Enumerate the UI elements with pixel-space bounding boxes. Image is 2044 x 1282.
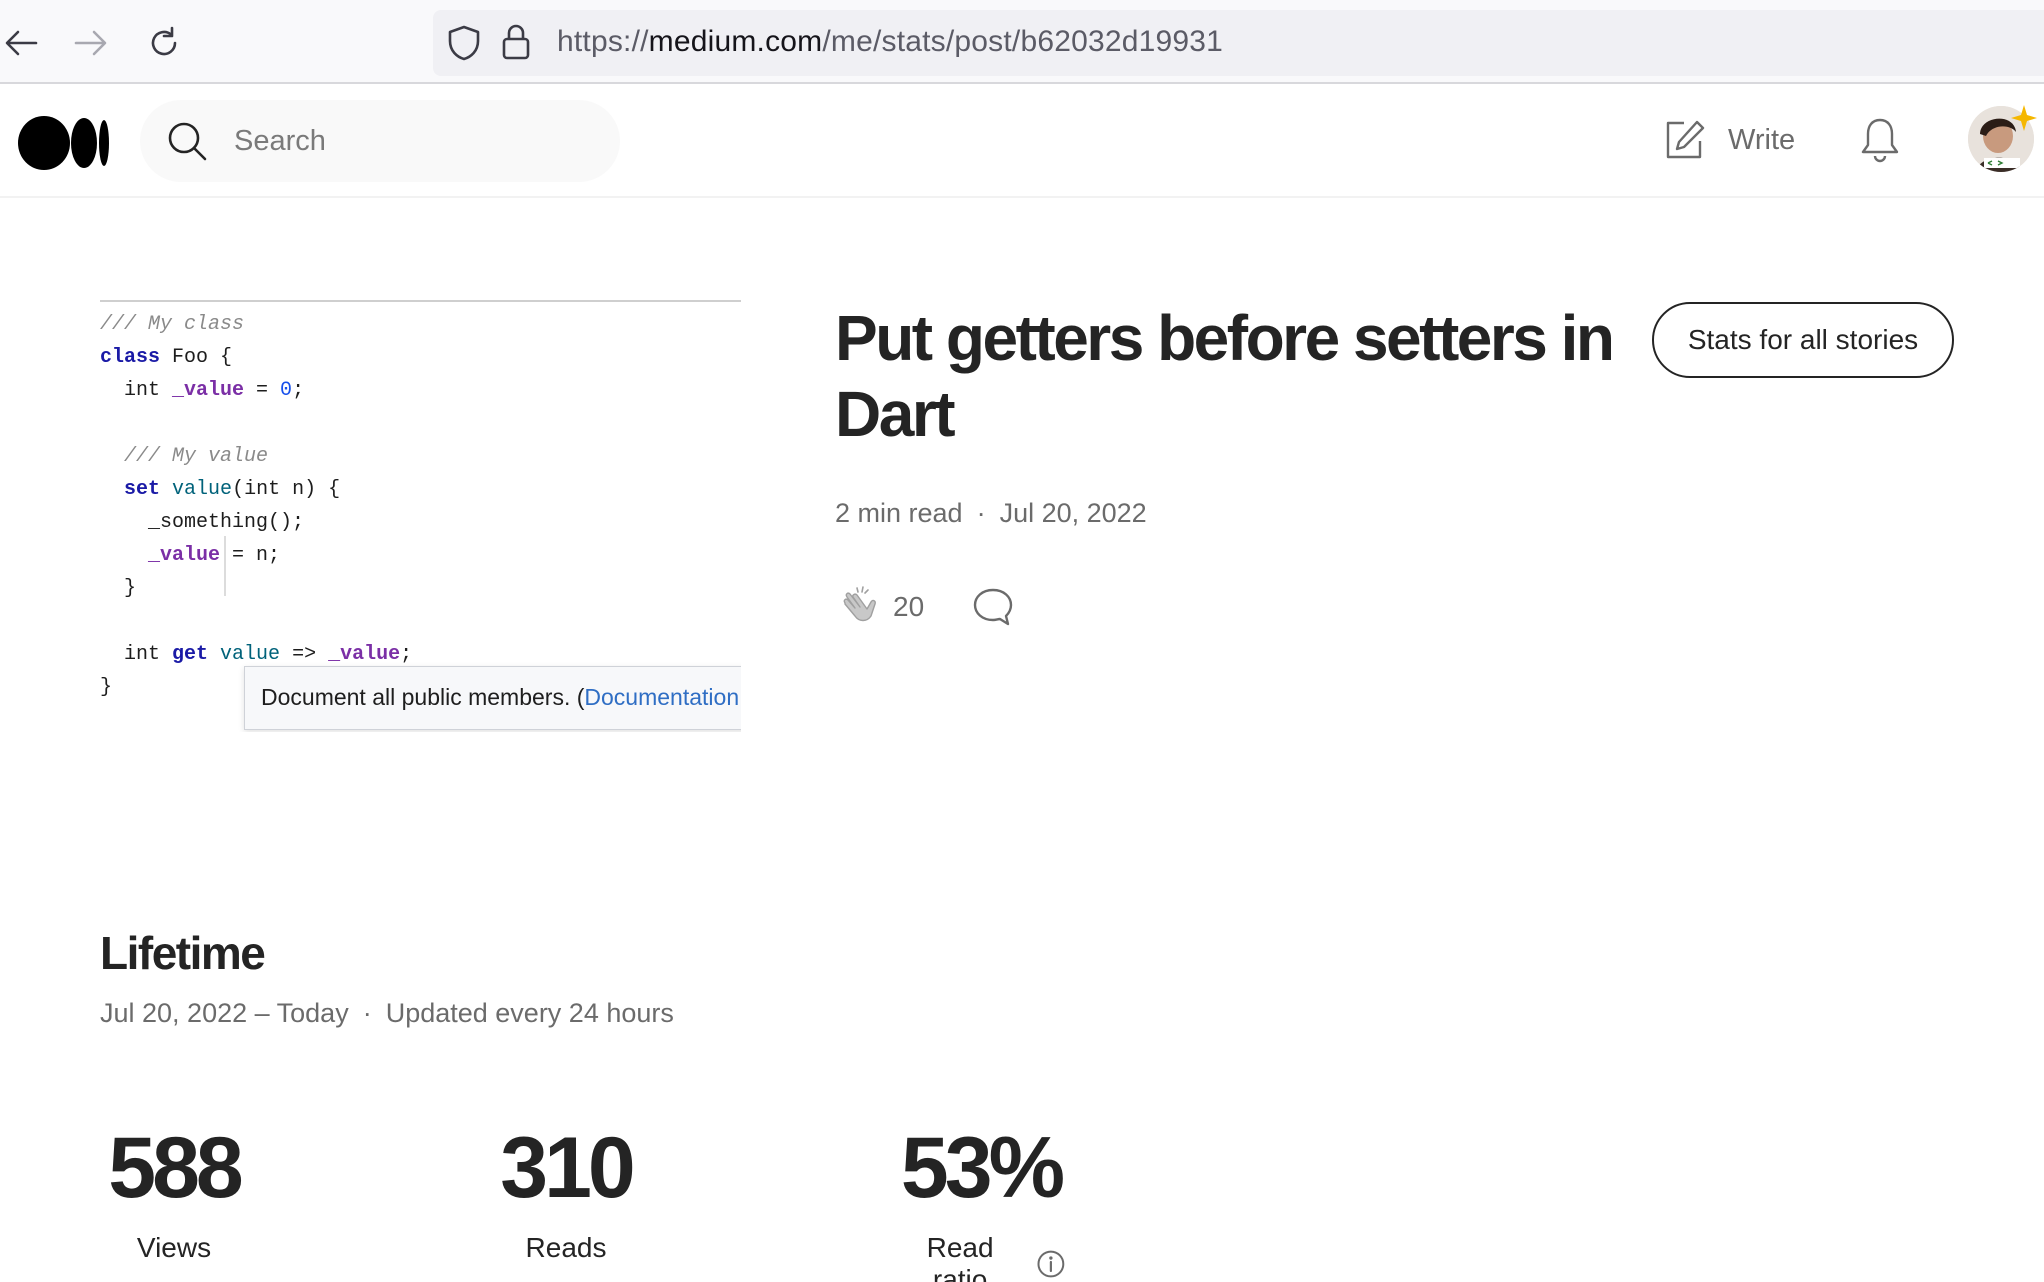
reload-icon [151,26,177,56]
address-bar[interactable]: https://medium.com/me/stats/post/b62032d… [433,10,2044,76]
search-box[interactable] [140,100,620,182]
star-badge-icon [2011,105,2037,131]
update-note: Updated every 24 hours [385,998,674,1028]
arrow-right-icon [74,30,107,56]
tooltip-documentation-link: Documentation [584,684,740,710]
url-text[interactable]: https://medium.com/me/stats/post/b62032d… [557,25,1223,59]
stat-value: 53% [900,1120,1065,1216]
stat-label: Views [136,1232,212,1263]
separator-dot: · [362,998,372,1028]
edit-icon [1666,120,1705,159]
code-divider [100,300,741,302]
bell-icon[interactable] [1858,116,1902,164]
engagement-row: 20 [835,582,1016,632]
stat-value: 588 [108,1120,244,1216]
stat-views: 588 Views [96,1118,252,1264]
url-prefix: https:// [557,25,649,58]
medium-logo[interactable] [18,114,110,172]
url-path: /me/stats/post/b62032d19931 [822,25,1224,58]
lifetime-heading: Lifetime [100,927,266,979]
lifetime-subtitle: Jul 20, 2022 – Today · Updated every 24 ho… [100,998,674,1029]
lint-tooltip: Document all public members. (Documentat… [244,666,741,730]
stat-reads: 310 Reads [487,1118,645,1264]
stat-value: 310 [500,1120,636,1216]
back-button[interactable] [0,18,46,68]
write-button[interactable]: Write [1664,114,1795,166]
clap-count: 20 [893,591,925,622]
search-input[interactable] [234,116,594,166]
arrow-left-icon [5,30,38,56]
post-preview-image: /// My class class Foo { int _value = 0;… [100,300,741,732]
stat-label: Reads [525,1232,607,1263]
article-meta: 2 min read · Jul 20, 2022 [835,498,1147,529]
stat-label: Read ratio [926,1232,994,1282]
publish-date: Jul 20, 2022 [999,498,1147,528]
read-time: 2 min read [835,498,963,528]
site-header: Write [0,86,2044,198]
shield-icon[interactable] [447,24,481,67]
article-title[interactable]: Put getters before setters in Dart [835,300,1650,452]
date-range: Jul 20, 2022 – Today [100,998,349,1028]
info-icon[interactable] [1036,1249,1066,1279]
comment-icon[interactable] [970,584,1016,630]
stats-for-all-stories-button[interactable]: Stats for all stories [1652,302,1954,378]
forward-button[interactable] [66,18,116,68]
reload-button[interactable] [139,18,189,68]
search-icon [168,122,207,161]
tooltip-text: Document all public members. ( [261,684,585,710]
code-snippet: /// My class class Foo { int _value = 0;… [100,313,413,699]
separator-dot: · [976,498,986,528]
browser-toolbar: https://medium.com/me/stats/post/b62032d… [0,0,2044,84]
stat-read-ratio: 53% Read ratio [896,1118,1066,1282]
write-label: Write [1728,123,1796,156]
clap-icon[interactable] [835,584,881,630]
url-host: medium.com [648,25,823,58]
lock-icon[interactable] [501,22,531,67]
